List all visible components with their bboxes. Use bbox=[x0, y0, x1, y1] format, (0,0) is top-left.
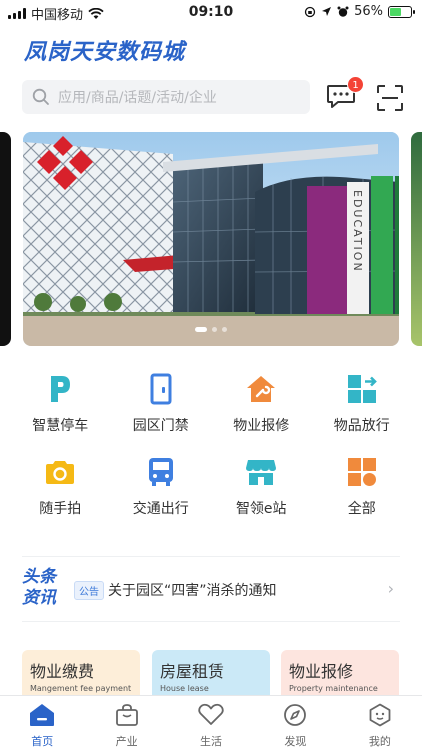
service-transport[interactable]: 交通出行 bbox=[111, 455, 212, 518]
profile-icon bbox=[367, 702, 393, 728]
card-house-lease[interactable]: 房屋租赁 House lease bbox=[152, 650, 270, 696]
tab-label: 我的 bbox=[368, 735, 391, 748]
service-label: 随手拍 bbox=[39, 501, 82, 517]
alarm-icon bbox=[337, 6, 349, 17]
headline-text[interactable]: 关于园区“四害”消杀的通知 bbox=[108, 580, 277, 600]
service-label: 物业报修 bbox=[233, 418, 290, 434]
status-right: 56% bbox=[304, 4, 415, 19]
banner-next-peek[interactable] bbox=[411, 132, 422, 346]
carousel-indicator bbox=[23, 327, 399, 332]
compass-icon bbox=[282, 702, 308, 728]
service-label: 智慧停车 bbox=[32, 418, 89, 434]
notice-tag: 公告 bbox=[74, 581, 104, 600]
search-input[interactable]: 应用/商品/话题/活动/企业 bbox=[22, 80, 310, 114]
tab-bar: 首页 产业 生活 发现 我的 bbox=[0, 695, 422, 750]
service-access[interactable]: 园区门禁 bbox=[111, 372, 212, 435]
tab-label: 生活 bbox=[200, 735, 223, 748]
headline-logo-line2: 资讯 bbox=[22, 588, 56, 608]
banner-carousel[interactable]: EDUCATION bbox=[23, 132, 399, 346]
status-bar: 中国移动 09:10 56% bbox=[0, 0, 422, 26]
card-title: 房屋租赁 bbox=[160, 662, 225, 681]
card-title: 物业缴费 bbox=[30, 662, 95, 681]
card-fee-payment[interactable]: 物业缴费 Mangement fee payment bbox=[22, 650, 140, 696]
banner-image: EDUCATION bbox=[23, 132, 399, 346]
door-icon bbox=[144, 372, 178, 406]
search-placeholder: 应用/商品/话题/活动/企业 bbox=[58, 90, 217, 106]
tab-home[interactable]: 首页 bbox=[0, 696, 84, 750]
camera-icon bbox=[43, 455, 77, 489]
scan-button[interactable] bbox=[376, 84, 404, 112]
tab-mine[interactable]: 我的 bbox=[338, 696, 422, 750]
home-icon bbox=[29, 702, 55, 728]
rotation-lock-icon bbox=[304, 6, 316, 17]
tab-discover[interactable]: 发现 bbox=[253, 696, 337, 750]
item-release-icon bbox=[345, 372, 379, 406]
chevron-right-icon: › bbox=[387, 579, 394, 598]
tab-label: 首页 bbox=[31, 735, 54, 748]
service-grid: 智慧停车 园区门禁 物业报修 物品放行 随手拍 交通出行 智领e站 全部 bbox=[10, 372, 412, 518]
battery-percent: 56% bbox=[354, 4, 383, 19]
card-maintenance[interactable]: 物业报修 Property maintenance bbox=[281, 650, 399, 696]
bag-icon bbox=[114, 702, 140, 728]
card-subtitle: Property maintenance bbox=[289, 684, 378, 693]
scan-icon bbox=[377, 85, 403, 111]
bus-icon bbox=[144, 455, 178, 489]
service-repair[interactable]: 物业报修 bbox=[211, 372, 312, 435]
search-icon bbox=[32, 88, 49, 105]
location-icon bbox=[322, 7, 332, 16]
service-label: 物品放行 bbox=[333, 418, 390, 434]
card-title: 物业报修 bbox=[289, 662, 354, 681]
battery-icon bbox=[388, 5, 415, 18]
service-item-release[interactable]: 物品放行 bbox=[312, 372, 413, 435]
shop-icon bbox=[244, 455, 278, 489]
heart-icon bbox=[198, 702, 224, 728]
battery-fill bbox=[390, 7, 402, 16]
message-button[interactable]: 1 bbox=[326, 76, 364, 110]
service-all[interactable]: 全部 bbox=[312, 455, 413, 518]
service-label: 智领e站 bbox=[235, 501, 287, 517]
banner-prev-peek[interactable] bbox=[0, 132, 11, 346]
tab-life[interactable]: 生活 bbox=[169, 696, 253, 750]
tab-label: 产业 bbox=[115, 735, 138, 748]
headline-news[interactable]: 头条 资讯 公告 关于园区“四害”消杀的通知 › bbox=[22, 556, 400, 622]
card-subtitle: Mangement fee payment bbox=[30, 684, 132, 693]
headline-logo-line1: 头条 bbox=[22, 567, 56, 587]
service-e-station[interactable]: 智领e站 bbox=[211, 455, 312, 518]
tab-industry[interactable]: 产业 bbox=[84, 696, 168, 750]
banner-sign-text: EDUCATION bbox=[351, 190, 364, 273]
headline-logo: 头条 资讯 bbox=[22, 567, 64, 609]
repair-icon bbox=[244, 372, 278, 406]
service-label: 园区门禁 bbox=[132, 418, 189, 434]
all-icon bbox=[345, 455, 379, 489]
tab-label: 发现 bbox=[284, 735, 307, 748]
parking-icon bbox=[43, 372, 77, 406]
service-label: 交通出行 bbox=[132, 501, 189, 517]
service-snapshot[interactable]: 随手拍 bbox=[10, 455, 111, 518]
card-subtitle: House lease bbox=[160, 684, 209, 693]
carousel-dot[interactable] bbox=[212, 327, 217, 332]
carousel-dot[interactable] bbox=[222, 327, 227, 332]
service-label: 全部 bbox=[347, 501, 376, 517]
service-parking[interactable]: 智慧停车 bbox=[10, 372, 111, 435]
message-badge: 1 bbox=[347, 76, 364, 93]
carousel-dot[interactable] bbox=[195, 327, 207, 332]
app-title: 凤岗天安数码城 bbox=[24, 40, 186, 65]
